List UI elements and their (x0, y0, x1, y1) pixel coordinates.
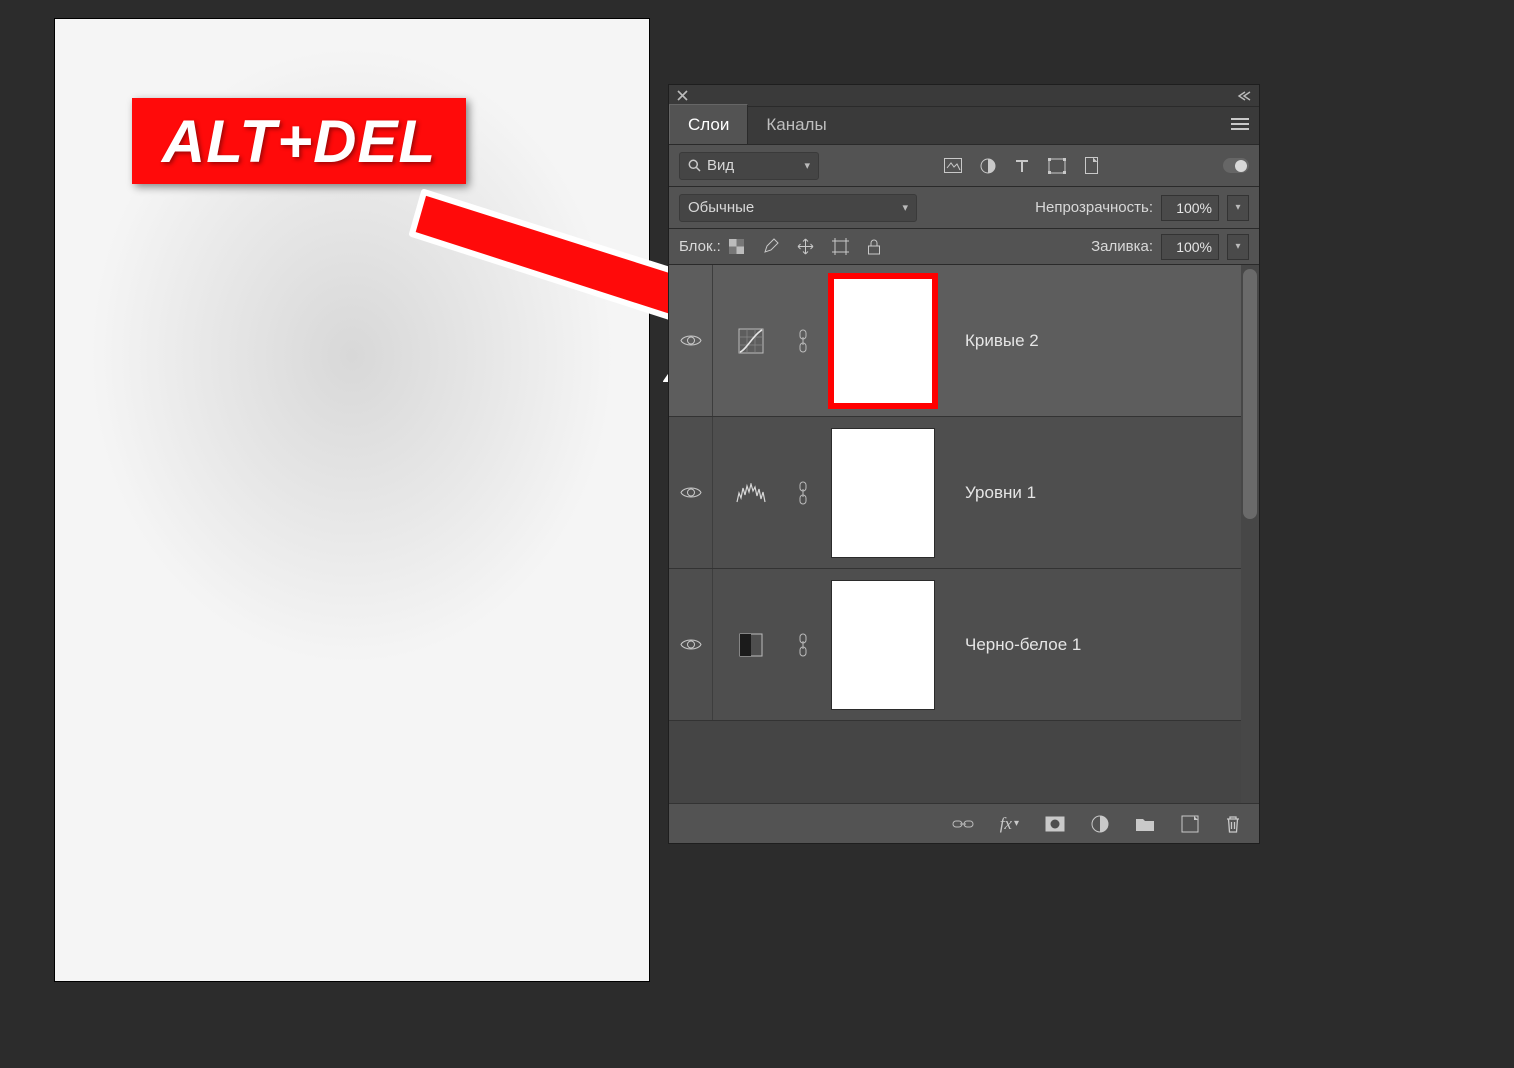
opacity-label: Непрозрачность: (1035, 199, 1153, 216)
panel-footer: fx▾ (669, 803, 1259, 843)
fill-value[interactable]: 100% (1161, 234, 1219, 260)
lock-all-icon[interactable] (867, 239, 881, 255)
layer-style-icon[interactable]: fx▾ (1000, 814, 1019, 834)
visibility-eye-icon[interactable] (680, 333, 702, 348)
layer-mask-thumbnail[interactable] (831, 428, 935, 558)
opacity-value[interactable]: 100% (1161, 195, 1219, 221)
layer-mask-thumbnail[interactable] (831, 276, 935, 406)
filter-kind-label: Вид (707, 157, 734, 174)
blend-mode-value: Обычные (688, 199, 754, 216)
add-mask-icon[interactable] (1045, 816, 1065, 832)
mask-link-icon[interactable] (796, 633, 810, 657)
filter-row: Вид ▾ (669, 145, 1259, 187)
lock-transparent-icon[interactable] (729, 239, 744, 254)
delete-layer-icon[interactable] (1225, 815, 1241, 833)
close-icon[interactable] (677, 90, 688, 101)
curves-adjustment-icon[interactable] (738, 328, 764, 354)
panel-menu-icon[interactable] (1231, 117, 1249, 131)
shortcut-badge-text: ALT+DEL (162, 107, 436, 176)
layer-name[interactable]: Кривые 2 (965, 331, 1039, 351)
lock-label: Блок.: (679, 238, 721, 255)
panel-titlebar (669, 85, 1259, 107)
layer-name[interactable]: Уровни 1 (965, 483, 1036, 503)
panel-tabs: Слои Каналы (669, 107, 1259, 145)
layers-list: Кривые 2 Уровни 1 Черно-белое 1 (669, 265, 1259, 803)
layer-row[interactable]: Уровни 1 (669, 417, 1259, 569)
mask-link-icon[interactable] (796, 329, 810, 353)
blend-mode-dropdown[interactable]: Обычные ▾ (679, 194, 917, 222)
opacity-stepper[interactable]: ▾ (1227, 195, 1249, 221)
shortcut-badge: ALT+DEL (132, 98, 466, 184)
layer-name[interactable]: Черно-белое 1 (965, 635, 1081, 655)
search-icon (688, 159, 701, 172)
scrollbar-thumb[interactable] (1243, 269, 1257, 519)
layer-row[interactable]: Кривые 2 (669, 265, 1259, 417)
filter-kind-dropdown[interactable]: Вид ▾ (679, 152, 819, 180)
filter-adjust-icon[interactable] (980, 158, 996, 174)
filter-shape-icon[interactable] (1048, 158, 1066, 174)
layers-scrollbar[interactable] (1241, 265, 1259, 803)
fill-label: Заливка: (1091, 238, 1153, 255)
levels-adjustment-icon[interactable] (736, 483, 766, 503)
collapse-icon[interactable] (1237, 91, 1251, 101)
layer-mask-thumbnail[interactable] (831, 580, 935, 710)
lock-artboard-icon[interactable] (832, 238, 849, 255)
filter-toggle[interactable] (1223, 158, 1249, 173)
layers-panel: Слои Каналы Вид ▾ (668, 84, 1260, 844)
lock-move-icon[interactable] (797, 238, 814, 255)
visibility-eye-icon[interactable] (680, 637, 702, 652)
lock-row: Блок.: Заливка: 100% ▾ (669, 229, 1259, 265)
layer-row[interactable]: Черно-белое 1 (669, 569, 1259, 721)
new-group-icon[interactable] (1135, 816, 1155, 832)
mask-link-icon[interactable] (796, 481, 810, 505)
filter-smart-icon[interactable] (1084, 157, 1099, 174)
lock-paint-icon[interactable] (762, 238, 779, 255)
link-layers-icon[interactable] (952, 818, 974, 830)
filter-pixel-icon[interactable] (944, 158, 962, 173)
tab-channels[interactable]: Каналы (748, 105, 844, 144)
new-adjustment-icon[interactable] (1091, 815, 1109, 833)
filter-type-icon[interactable] (1014, 158, 1030, 174)
bw-adjustment-icon[interactable] (739, 633, 763, 657)
fill-stepper[interactable]: ▾ (1227, 234, 1249, 260)
visibility-eye-icon[interactable] (680, 485, 702, 500)
chevron-down-icon: ▾ (804, 159, 810, 172)
tab-layers[interactable]: Слои (669, 104, 748, 144)
chevron-down-icon: ▾ (902, 201, 908, 214)
new-layer-icon[interactable] (1181, 815, 1199, 833)
blend-row: Обычные ▾ Непрозрачность: 100% ▾ (669, 187, 1259, 229)
